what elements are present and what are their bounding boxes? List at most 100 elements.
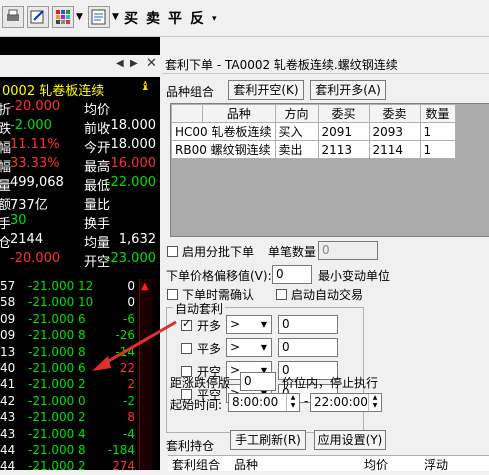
nav-left-icon[interactable]: ◀ xyxy=(116,58,124,69)
chevron-down-icon[interactable]: ▼ xyxy=(76,12,83,22)
quote-value: -23.000 xyxy=(105,251,156,266)
quote-row: 额 737亿 量比 xyxy=(0,194,160,213)
quote-value: -20.000 xyxy=(10,99,61,114)
quote-value: -2.000 xyxy=(10,118,52,133)
auto-row-checkbox[interactable]: ✓ xyxy=(181,317,192,331)
open-short-button[interactable]: 套利开空(K) xyxy=(228,80,304,100)
operator-select[interactable]: >▼ xyxy=(226,315,272,334)
time-start-input[interactable]: 8:00:00 ▲ ▼ xyxy=(228,393,300,412)
per-qty-input[interactable]: 0 xyxy=(318,241,378,260)
tick-change: 0 xyxy=(127,295,135,310)
stop-input[interactable]: 0 xyxy=(240,372,276,391)
offset-input[interactable]: 0 xyxy=(272,265,312,284)
refresh-button[interactable]: 手工刷新(R) xyxy=(230,430,306,450)
combo-label: 品种组合 xyxy=(166,85,215,99)
operator-select[interactable]: >▼ xyxy=(226,338,272,357)
tick-amount: 12 xyxy=(78,279,94,293)
reverse-button[interactable]: 反 xyxy=(190,8,204,28)
bell-icon[interactable]: ♝ xyxy=(140,79,151,93)
open-long-button[interactable]: 套利开多(A) xyxy=(310,80,386,100)
auto-row-label: 平多 xyxy=(197,342,222,356)
auto-trade-checkbox[interactable] xyxy=(276,289,287,300)
tick-price: -21.000 xyxy=(28,344,75,359)
tick-change: -2 xyxy=(123,393,135,408)
grid-icon[interactable] xyxy=(52,6,74,28)
time-end-input[interactable]: 22:00:00 ▲ ▼ xyxy=(310,393,382,412)
tick-amount: 2 xyxy=(78,410,86,425)
quote-value: 11.11% xyxy=(10,137,60,152)
tick-scrollbar[interactable]: ▲ xyxy=(139,279,152,470)
spin-icon[interactable]: ▲ ▼ xyxy=(368,394,381,411)
auto-row-checkbox[interactable] xyxy=(181,343,192,354)
toolbar: ▼ ▼ 买 卖 平 反 ▾ xyxy=(0,0,489,37)
tick-change: 22 xyxy=(119,361,135,375)
threshold-input[interactable]: 0 xyxy=(278,315,338,334)
quote-value: 33.33% xyxy=(10,156,60,171)
table-row[interactable]: RB00 螺纹钢连续 卖出 2113 2114 1 xyxy=(171,140,456,159)
tick-row: 42 -21.000 0 -2 xyxy=(0,394,160,410)
print-icon[interactable] xyxy=(2,6,24,28)
tick-change: 274 xyxy=(112,459,135,474)
dropdown-icon[interactable] xyxy=(88,6,110,28)
close-icon[interactable]: ✕ xyxy=(146,56,157,71)
row-bid: 2113 xyxy=(317,140,370,159)
row-bid: 2091 xyxy=(317,122,370,141)
panel-title-bar: 套利下单 - TA0002 轧卷板连续.螺纹钢连续 xyxy=(162,53,489,74)
row-qty: 1 xyxy=(419,140,456,159)
quote-value: -22.000 xyxy=(105,175,156,190)
row-direction: 卖出 xyxy=(274,140,319,159)
tick-price: -21.000 xyxy=(28,295,75,310)
quote-row: 幅 33.33% 最高 -16.000 xyxy=(0,156,160,175)
symbol-name: 0002 轧卷板连续 xyxy=(2,84,105,99)
edit-icon[interactable] xyxy=(27,6,49,28)
chevron-down-icon[interactable]: ▼ xyxy=(257,339,271,356)
chevron-down-icon[interactable]: ▼ xyxy=(257,316,271,333)
buy-button[interactable]: 买 xyxy=(124,8,138,28)
tick-time: 09 xyxy=(0,328,16,343)
tick-time: 43 xyxy=(0,410,16,425)
table-row[interactable]: HC00 轧卷板连续 买入 2091 2093 1 xyxy=(171,122,456,141)
tick-change: -4 xyxy=(123,426,135,441)
col-product: 品种 xyxy=(234,458,259,472)
tick-price: -21.000 xyxy=(28,377,75,392)
col-avg-price: 均价 xyxy=(364,458,389,472)
symbol-bar: 0002 轧卷板连续 ♝ xyxy=(0,77,160,99)
tick-change: 0 xyxy=(127,279,135,293)
tick-change: -26 xyxy=(115,328,135,343)
row-ask: 2093 xyxy=(368,122,421,141)
sell-button[interactable]: 卖 xyxy=(146,8,160,28)
quote-value: -18.000 xyxy=(105,137,156,152)
tick-amount: 6 xyxy=(78,311,86,326)
quote-key: 量比 xyxy=(84,198,111,213)
tick-row: 13 -21.000 8 -14 xyxy=(0,345,160,361)
threshold-input[interactable]: 0 xyxy=(278,338,338,357)
col-qty: 数量 xyxy=(419,104,456,123)
stop-label-a: 距涨跌停版 xyxy=(170,376,231,390)
confirm-checkbox[interactable] xyxy=(167,289,178,300)
quote-value: 1,632 xyxy=(118,232,156,247)
close-button[interactable]: 平 xyxy=(168,8,182,28)
batch-label: 启用分批下单 xyxy=(182,245,255,259)
panel-title: 套利下单 - TA0002 轧卷板连续.螺纹钢连续 xyxy=(165,58,398,72)
quote-value: 2144 xyxy=(10,232,44,247)
chevron-down-icon[interactable]: ▼ xyxy=(112,12,119,22)
quote-row: -20.000 开空 -23.000 xyxy=(0,251,160,270)
tick-row: 44 -21.000 8 -184 xyxy=(0,443,160,459)
batch-checkbox[interactable] xyxy=(167,246,178,257)
quote-panel: ◀ ▶ ✕ 0002 轧卷板连续 ♝ 折 -20.000 均价 跌 -2.000… xyxy=(0,37,160,474)
nav-right-icon[interactable]: ▶ xyxy=(130,58,138,69)
spin-icon[interactable]: ▲ ▼ xyxy=(286,394,299,411)
quote-row: 幅 11.11% 今开 -18.000 xyxy=(0,137,160,156)
quote-key: 均量 xyxy=(84,236,111,251)
chevron-down-icon[interactable]: ▾ xyxy=(212,14,217,24)
auto-trade-label: 启动自动交易 xyxy=(291,288,364,302)
tick-amount: 0 xyxy=(78,393,86,408)
row-name: 螺纹钢连续 xyxy=(210,143,271,157)
tick-amount: 2 xyxy=(78,459,86,474)
quote-value: -18.000 xyxy=(105,118,156,133)
tick-price: -21.000 xyxy=(28,311,75,326)
tick-time: 44 xyxy=(0,443,16,457)
col-float: 浮动 xyxy=(424,458,449,472)
quote-value: 499,068 xyxy=(10,175,64,190)
settings-button[interactable]: 应用设置(Y) xyxy=(314,430,386,450)
